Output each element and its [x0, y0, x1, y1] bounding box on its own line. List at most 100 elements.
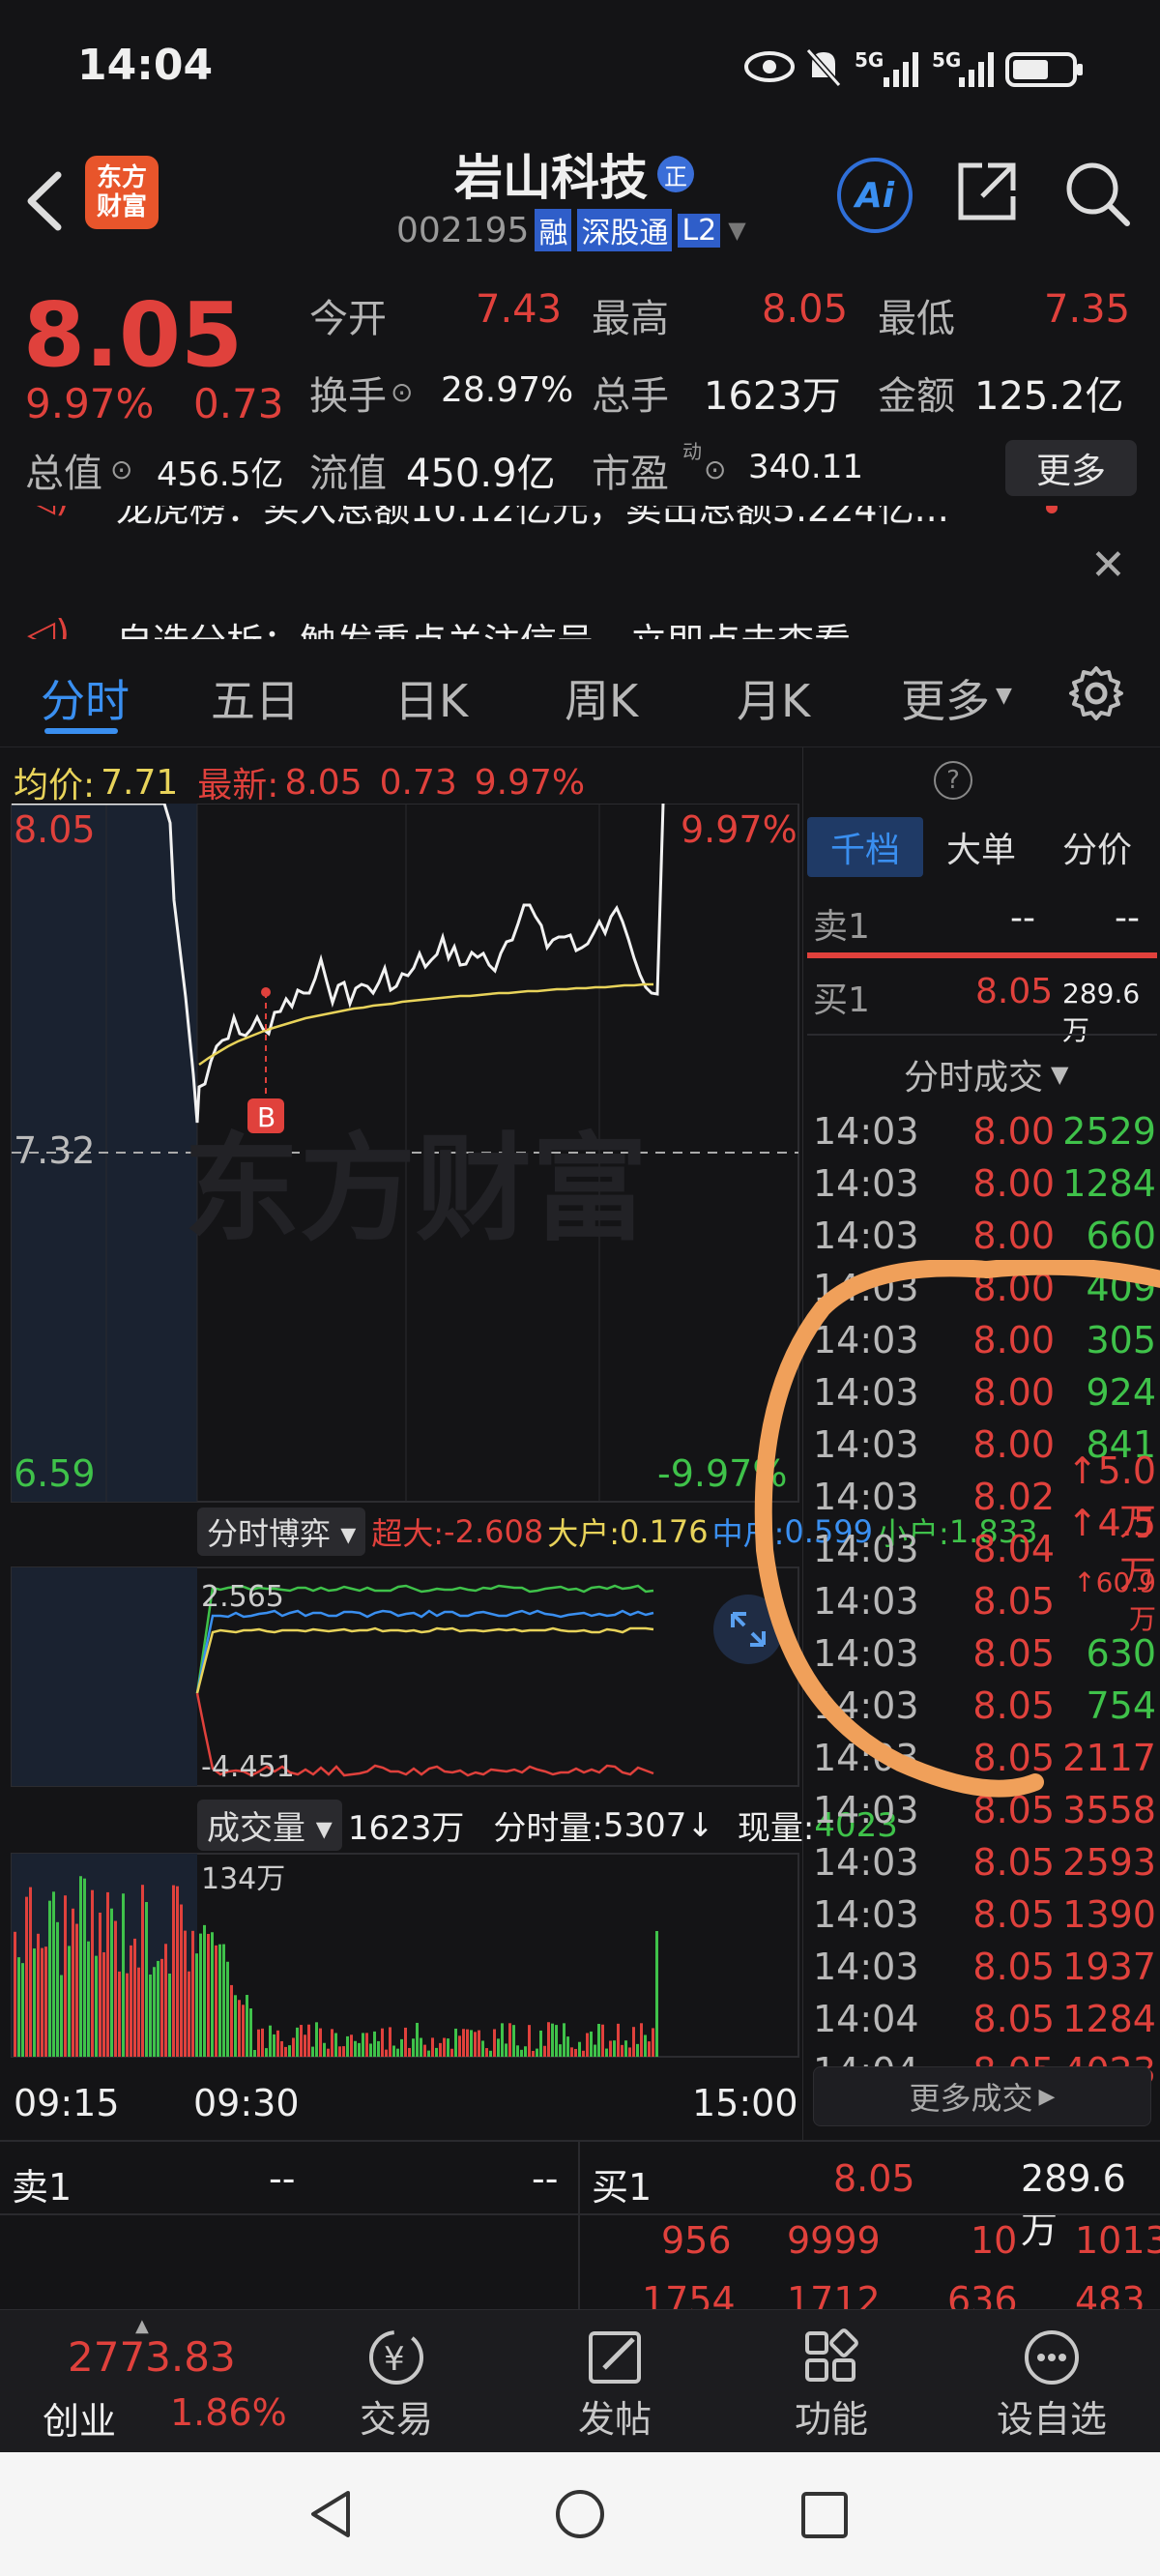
volume-bar — [315, 2022, 318, 2057]
signal-icon-1 — [882, 50, 922, 91]
volume-bar — [408, 2047, 411, 2057]
volume-bar — [215, 1945, 218, 2057]
index-value[interactable]: 2773.83 — [68, 2333, 236, 2381]
tab-intraday[interactable]: 分时 — [41, 666, 130, 730]
volume-bar — [354, 2040, 357, 2057]
more-button[interactable]: 更多 — [1005, 440, 1137, 496]
change-pct: 9.97% — [25, 380, 155, 427]
book-sell1-volume: -- — [532, 2157, 559, 2200]
volume-bar — [17, 1957, 20, 2057]
ff-y-top: 2.565 — [201, 1580, 284, 1614]
ticks-title-label: 分时成交 — [904, 1058, 1044, 1098]
queue-cell: 10 — [971, 2219, 1018, 2262]
y-axis-mid: 7.32 — [14, 1129, 96, 1172]
index-pct[interactable]: 1.86% — [170, 2391, 287, 2434]
search-icon[interactable] — [1063, 160, 1133, 233]
tick-volume: 1284 — [1062, 1162, 1156, 1205]
volume-bar — [528, 2025, 531, 2057]
chevron-right-icon: ▶ — [1038, 2084, 1056, 2109]
tab-price-dist[interactable]: 分价 — [1039, 822, 1155, 872]
news-item-2[interactable]: 自选分析：触发重点关注信号，立即点击查看 — [116, 612, 851, 639]
volume-bar — [512, 2025, 515, 2057]
volume-bar — [21, 1963, 24, 2057]
float-value: 450.9亿 — [406, 452, 556, 496]
volume-bar — [137, 1967, 140, 2057]
gear-icon[interactable] — [1067, 664, 1125, 726]
auction-shade — [12, 1567, 197, 1786]
volume-chart[interactable]: 134万 — [0, 1850, 802, 2072]
more-trades-button[interactable]: 更多成交 ▶ — [813, 2066, 1151, 2126]
grid-icon — [805, 2328, 858, 2382]
info-icon[interactable]: ⊙ — [110, 454, 132, 485]
pe-label: 市盈 — [592, 452, 669, 496]
news-item-1[interactable]: 龙虎榜：买入总额10.12亿元，卖出总额5.224亿... — [116, 506, 949, 532]
volume-bar — [153, 1967, 156, 2057]
tab-5day[interactable]: 五日 — [211, 666, 300, 730]
volume-bar — [118, 1971, 121, 2057]
mute-bell-icon — [804, 46, 843, 93]
volume-bar — [95, 1955, 98, 2057]
logo-text-1: 东方 — [96, 163, 147, 192]
volume-bar — [300, 2025, 303, 2057]
volume-bar — [532, 2050, 535, 2057]
nav-post[interactable]: 发帖 — [547, 2326, 682, 2443]
info-icon[interactable]: ⊙ — [391, 376, 413, 408]
volume-bar — [400, 2038, 403, 2057]
fund-flow-select[interactable]: 分时博弈 ▾ — [197, 1508, 366, 1556]
nav-add-favorite-label: 设自选 — [996, 2398, 1107, 2441]
nav-trade[interactable]: ¥ 交易 — [329, 2326, 464, 2443]
volume-bar — [292, 2037, 295, 2057]
recents-square-icon[interactable] — [798, 2489, 851, 2545]
book-sell1-label: 卖1 — [12, 2166, 72, 2209]
nav-add-favorite[interactable]: 设自选 — [984, 2326, 1119, 2443]
volume-bar — [478, 2030, 480, 2057]
tab-big-orders[interactable]: 大单 — [923, 822, 1039, 872]
index-name[interactable]: 创业 — [43, 2391, 116, 2444]
chevron-down-icon[interactable]: ▼ — [728, 217, 745, 244]
tab-daily-k[interactable]: 日K — [394, 666, 468, 730]
queue-cell: 956 — [661, 2219, 732, 2262]
volume-bar — [288, 2045, 291, 2057]
info-icon[interactable]: ⊙ — [704, 454, 726, 485]
pe-dynamic-mark: 动 — [682, 440, 702, 463]
home-circle-icon[interactable] — [553, 2487, 607, 2545]
back-triangle-icon[interactable] — [304, 2487, 358, 2545]
volume-bar — [33, 1948, 36, 2057]
more-dots-icon — [1025, 2330, 1079, 2385]
tab-weekly-k[interactable]: 周K — [565, 666, 638, 730]
volume-select[interactable]: 成交量 ▾ — [197, 1800, 342, 1851]
tab-thousand-levels[interactable]: 千档 — [807, 817, 923, 877]
volume-bar — [273, 2034, 276, 2057]
buy-marker-dot — [261, 987, 271, 997]
avg-value: 7.71 — [101, 762, 179, 803]
nav-post-label: 发帖 — [577, 2398, 652, 2441]
stock-title: 岩山科技 正 — [454, 140, 694, 208]
volume-bar — [536, 2048, 538, 2057]
back-icon[interactable] — [21, 167, 70, 239]
turnover-value: 28.97% — [441, 370, 574, 410]
ai-button[interactable]: Ai — [837, 158, 913, 233]
tick-price: 8.05 — [972, 1893, 1055, 1936]
nav-functions[interactable]: 功能 — [764, 2326, 899, 2443]
svg-text:¥: ¥ — [384, 2340, 405, 2379]
ticks-title[interactable]: 分时成交 ▼ — [904, 1049, 1068, 1099]
volume-bar — [427, 2050, 430, 2057]
share-icon[interactable] — [953, 158, 1021, 229]
news-ticker[interactable]: ◁) 龙虎榜：买入总额10.12亿元，卖出总额5.224亿... ✕ ◁) 自选… — [0, 506, 1160, 639]
tick-price: 8.00 — [972, 1110, 1055, 1153]
volume-bar — [369, 2043, 372, 2057]
volume-bar — [160, 1958, 163, 2057]
volume-bar — [450, 2048, 453, 2057]
tab-monthly-k[interactable]: 月K — [737, 666, 810, 730]
tag-sgt: 深股通 — [577, 209, 673, 251]
sell1-volume: -- — [1115, 898, 1140, 938]
volume-bar — [296, 2027, 299, 2057]
volume-bar — [261, 2028, 264, 2057]
volume-bar — [157, 1960, 160, 2057]
tab-more[interactable]: 更多 — [901, 666, 990, 730]
close-icon[interactable]: ✕ — [1090, 541, 1126, 590]
tick-time: 14:03 — [813, 1162, 919, 1205]
tick-volume: 660 — [1086, 1215, 1156, 1257]
volume-bar — [404, 2027, 407, 2057]
latest-change: 0.73 — [379, 762, 457, 803]
